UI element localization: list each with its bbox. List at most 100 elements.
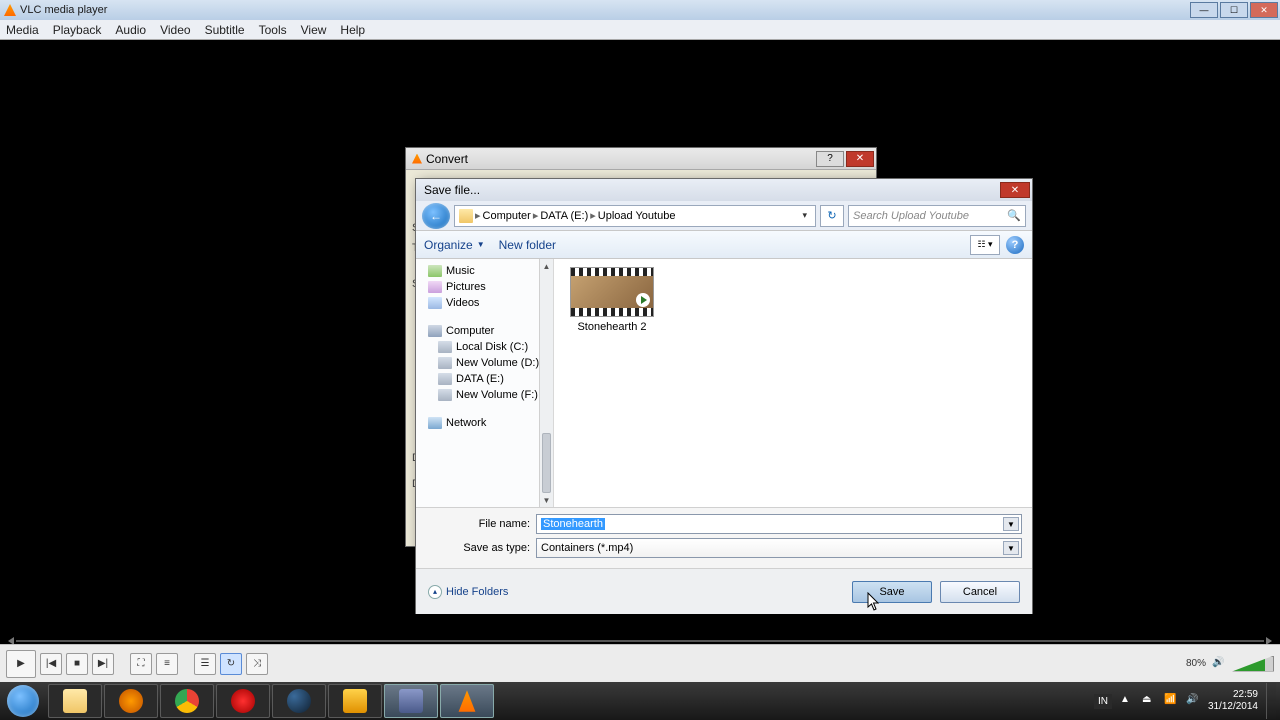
tray-volume-icon[interactable]: 🔊 bbox=[1186, 694, 1200, 708]
tree-local-c[interactable]: Local Disk (C:) bbox=[416, 339, 553, 355]
chevron-right-icon[interactable]: ▸ bbox=[590, 209, 596, 222]
volume-slider[interactable] bbox=[1232, 656, 1274, 672]
crumb-folder[interactable]: Upload Youtube bbox=[598, 210, 676, 222]
music-icon bbox=[428, 265, 442, 277]
tree-new-f[interactable]: New Volume (F:) bbox=[416, 387, 553, 403]
chrome-icon bbox=[175, 689, 199, 713]
chevron-right-icon[interactable]: ▸ bbox=[475, 209, 481, 222]
tree-network[interactable]: Network bbox=[416, 415, 553, 431]
help-icon[interactable]: ? bbox=[1006, 236, 1024, 254]
search-input[interactable]: Search Upload Youtube 🔍 bbox=[848, 205, 1026, 227]
menu-tools[interactable]: Tools bbox=[259, 23, 287, 37]
taskbar-steam[interactable] bbox=[272, 684, 326, 718]
playback-controls: ▶ |◀ ■ ▶| ⛶ ≡ ☰ ↻ ⤨ 80% 🔊 bbox=[0, 644, 1280, 682]
savetype-select[interactable]: Containers (*.mp4) ▼ bbox=[536, 538, 1022, 558]
breadcrumb[interactable]: ▸ Computer ▸ DATA (E:) ▸ Upload Youtube … bbox=[454, 205, 816, 227]
prev-button[interactable]: |◀ bbox=[40, 653, 62, 675]
taskbar-vlc[interactable] bbox=[440, 684, 494, 718]
menu-playback[interactable]: Playback bbox=[53, 23, 102, 37]
menu-audio[interactable]: Audio bbox=[115, 23, 146, 37]
refresh-button[interactable]: ↻ bbox=[820, 205, 844, 227]
savetype-label: Save as type: bbox=[426, 542, 536, 554]
menu-subtitle[interactable]: Subtitle bbox=[205, 23, 245, 37]
close-button[interactable]: ✕ bbox=[1250, 2, 1278, 18]
collapse-icon: ▴ bbox=[428, 585, 442, 599]
menu-video[interactable]: Video bbox=[160, 23, 190, 37]
tray-flag-icon[interactable]: ▲ bbox=[1120, 694, 1134, 708]
search-icon[interactable]: 🔍 bbox=[1007, 209, 1021, 222]
tray-clock[interactable]: 22:59 31/12/2014 bbox=[1208, 689, 1258, 713]
play-button[interactable]: ▶ bbox=[6, 650, 36, 678]
hide-folders-button[interactable]: ▴ Hide Folders bbox=[428, 585, 508, 599]
filename-input[interactable]: Stonehearth ▼ bbox=[536, 514, 1022, 534]
tree-computer[interactable]: Computer bbox=[416, 323, 553, 339]
playlist-button[interactable]: ☰ bbox=[194, 653, 216, 675]
filename-label: File name: bbox=[426, 518, 536, 530]
next-button[interactable]: ▶| bbox=[92, 653, 114, 675]
show-desktop-button[interactable] bbox=[1266, 683, 1276, 719]
save-titlebar[interactable]: Save file... ✕ bbox=[416, 179, 1032, 201]
file-list[interactable]: Stonehearth 2 bbox=[554, 259, 1032, 507]
loop-button[interactable]: ↻ bbox=[220, 653, 242, 675]
cancel-button[interactable]: Cancel bbox=[940, 581, 1020, 603]
start-button[interactable] bbox=[0, 682, 46, 720]
tray-network-icon[interactable]: 📶 bbox=[1164, 694, 1178, 708]
filename-value: Stonehearth bbox=[541, 518, 605, 530]
view-mode-button[interactable]: ☷ ▾ bbox=[970, 235, 1000, 255]
network-icon bbox=[428, 417, 442, 429]
tree-pictures[interactable]: Pictures bbox=[416, 279, 553, 295]
taskbar-fraps[interactable] bbox=[384, 684, 438, 718]
file-item[interactable]: Stonehearth 2 bbox=[562, 267, 662, 333]
tree-new-d[interactable]: New Volume (D:) bbox=[416, 355, 553, 371]
folder-icon bbox=[459, 209, 473, 223]
mute-icon[interactable]: 🔊 bbox=[1212, 657, 1226, 671]
tree-data-e[interactable]: DATA (E:) bbox=[416, 371, 553, 387]
save-file-dialog: Save file... ✕ ← ▸ Computer ▸ DATA (E:) … bbox=[415, 178, 1033, 614]
taskbar-opera[interactable] bbox=[216, 684, 270, 718]
seek-track[interactable] bbox=[16, 640, 1264, 642]
scroll-thumb[interactable] bbox=[542, 433, 551, 493]
ext-settings-button[interactable]: ≡ bbox=[156, 653, 178, 675]
videos-icon bbox=[428, 297, 442, 309]
maximize-button[interactable]: ☐ bbox=[1220, 2, 1248, 18]
tray-safe-remove-icon[interactable]: ⏏ bbox=[1142, 694, 1156, 708]
scroll-up-icon[interactable]: ▲ bbox=[540, 259, 553, 273]
taskbar-wmp[interactable] bbox=[104, 684, 158, 718]
stop-button[interactable]: ■ bbox=[66, 653, 88, 675]
chevron-down-icon: ▼ bbox=[477, 240, 485, 249]
dialog-toolbar: Organize▼ New folder ☷ ▾ ? bbox=[416, 231, 1032, 259]
language-indicator[interactable]: IN bbox=[1094, 694, 1112, 709]
taskbar-app[interactable] bbox=[328, 684, 382, 718]
vlc-titlebar[interactable]: VLC media player — ☐ ✕ bbox=[0, 0, 1280, 20]
minimize-button[interactable]: — bbox=[1190, 2, 1218, 18]
chevron-right-icon[interactable]: ▸ bbox=[533, 209, 539, 222]
tree-scrollbar[interactable]: ▲ ▼ bbox=[539, 259, 553, 507]
app-icon bbox=[343, 689, 367, 713]
crumb-drive[interactable]: DATA (E:) bbox=[540, 210, 588, 222]
menu-help[interactable]: Help bbox=[340, 23, 365, 37]
new-folder-button[interactable]: New folder bbox=[499, 238, 556, 252]
taskbar-explorer[interactable] bbox=[48, 684, 102, 718]
breadcrumb-dropdown[interactable]: ▾ bbox=[798, 210, 811, 221]
dialog-button-row: ▴ Hide Folders Save Cancel bbox=[416, 568, 1032, 614]
organize-menu[interactable]: Organize▼ bbox=[424, 238, 485, 252]
convert-titlebar[interactable]: Convert ? ✕ bbox=[406, 148, 876, 170]
file-name: Stonehearth 2 bbox=[562, 321, 662, 333]
tree-videos[interactable]: Videos bbox=[416, 295, 553, 311]
menu-view[interactable]: View bbox=[301, 23, 327, 37]
shuffle-button[interactable]: ⤨ bbox=[246, 653, 268, 675]
convert-help-button[interactable]: ? bbox=[816, 151, 844, 167]
filename-history-dropdown[interactable]: ▼ bbox=[1003, 517, 1019, 531]
menu-media[interactable]: Media bbox=[6, 23, 39, 37]
save-dialog-close-button[interactable]: ✕ bbox=[1000, 182, 1030, 198]
back-button[interactable]: ← bbox=[422, 203, 450, 229]
savetype-dropdown[interactable]: ▼ bbox=[1003, 541, 1019, 555]
taskbar-chrome[interactable] bbox=[160, 684, 214, 718]
filename-form: File name: Stonehearth ▼ Save as type: C… bbox=[416, 507, 1032, 568]
scroll-down-icon[interactable]: ▼ bbox=[540, 493, 553, 507]
save-button[interactable]: Save bbox=[852, 581, 932, 603]
crumb-computer[interactable]: Computer bbox=[483, 210, 531, 222]
convert-close-button[interactable]: ✕ bbox=[846, 151, 874, 167]
tree-music[interactable]: Music bbox=[416, 263, 553, 279]
fullscreen-button[interactable]: ⛶ bbox=[130, 653, 152, 675]
